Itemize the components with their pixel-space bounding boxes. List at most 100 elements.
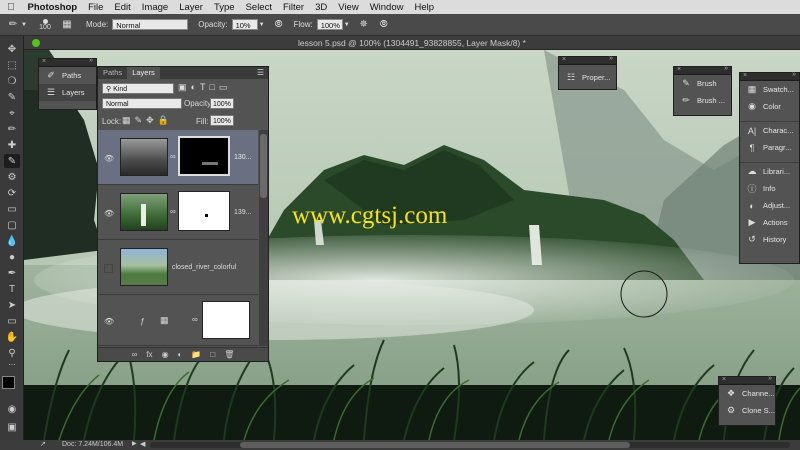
dock-item-channels[interactable]: ❖ Channe... <box>719 385 775 402</box>
gradient-tool-icon[interactable]: ▢ <box>4 218 20 232</box>
path-select-tool-icon[interactable]: ➤ <box>4 298 20 312</box>
pressure-size-icon[interactable]: ⦾ <box>377 18 391 32</box>
add-mask-icon[interactable]: ◉ <box>162 350 169 359</box>
layer-mask-thumbnail[interactable] <box>178 191 230 231</box>
add-style-button[interactable]: fx <box>146 350 152 359</box>
marquee-tool-icon[interactable]: ⬚ <box>4 58 20 72</box>
airbrush-icon[interactable]: ✵ <box>357 18 371 32</box>
lock-all-icon[interactable]: 🔒 <box>158 115 173 125</box>
delete-layer-icon[interactable]: 🗑 <box>224 350 234 359</box>
close-icon[interactable]: × <box>722 376 726 383</box>
new-layer-icon[interactable]: □ <box>210 350 215 359</box>
menu-image[interactable]: Image <box>136 2 173 13</box>
dock-item-character[interactable]: A| Charac... <box>740 122 799 139</box>
layer-row[interactable]: 👁 ƒ ▦ ∞ <box>98 295 258 346</box>
screen-mode-icon[interactable]: ▣ <box>4 420 20 434</box>
dock-item-actions[interactable]: ▶ Actions <box>740 214 799 231</box>
chevron-down-icon[interactable]: ▼ <box>20 18 28 32</box>
horizontal-scrollbar[interactable] <box>150 442 790 448</box>
brush-tool-preset-icon[interactable]: ✏ <box>6 18 20 32</box>
bottom-dock-header[interactable]: ×» <box>719 375 775 385</box>
lock-position-icon[interactable]: ✥ <box>146 115 158 125</box>
more-tools-icon[interactable]: ⋯ <box>4 358 20 372</box>
layers-scrollbar[interactable] <box>259 130 268 346</box>
collapse-icon[interactable]: » <box>792 71 796 78</box>
filter-pixel-icon[interactable]: ▣ <box>178 82 191 92</box>
crop-tool-icon[interactable]: ⌖ <box>4 106 20 120</box>
link-layers-icon[interactable]: ∞ <box>132 350 138 359</box>
link-icon[interactable]: ∞ <box>192 315 198 324</box>
collapse-icon[interactable]: » <box>89 57 93 64</box>
layer-mask-thumbnail[interactable] <box>202 301 250 339</box>
hand-tool-icon[interactable]: ✋ <box>4 330 20 344</box>
share-icon[interactable]: ↗ <box>40 440 46 448</box>
layer-row[interactable]: 👁 ∞ 130... <box>98 130 258 185</box>
collapse-icon[interactable]: » <box>724 65 728 72</box>
brush-panel-toggle-icon[interactable]: ▦ <box>60 18 74 32</box>
left-dock-header[interactable]: ×» <box>39 57 96 67</box>
layer-fill-input[interactable]: 100% <box>210 115 234 126</box>
close-icon[interactable]: × <box>562 56 566 63</box>
close-icon[interactable]: × <box>42 58 46 65</box>
eyedropper-tool-icon[interactable]: ✏ <box>4 122 20 136</box>
menu-select[interactable]: Select <box>240 2 277 13</box>
layers-scrollbar-thumb[interactable] <box>260 134 267 198</box>
close-icon[interactable]: × <box>677 66 681 73</box>
tab-paths[interactable]: Paths <box>98 67 127 79</box>
layer-row[interactable]: closed_river_colorful <box>98 240 258 295</box>
dock-item-layers[interactable]: ☰ Layers <box>39 84 96 101</box>
eye-icon[interactable]: 👁 <box>104 317 114 326</box>
pressure-opacity-icon[interactable]: ⦾ <box>272 18 286 32</box>
menu-view[interactable]: View <box>333 2 364 13</box>
dock-item-brush-presets[interactable]: ✏ Brush ... <box>674 92 731 109</box>
blend-mode-select[interactable]: Normal <box>102 98 182 109</box>
properties-dock-header[interactable]: ×» <box>559 55 616 65</box>
right-dock-header[interactable]: ×» <box>740 71 799 81</box>
link-icon[interactable]: ∞ <box>170 207 176 216</box>
status-menu-icon[interactable]: ▶ <box>132 440 137 447</box>
link-icon[interactable]: ∞ <box>170 152 176 161</box>
apple-icon[interactable]:  <box>0 2 22 13</box>
layer-opacity-input[interactable]: 100% <box>210 98 234 109</box>
menu-edit[interactable]: Edit <box>109 2 136 13</box>
document-size[interactable]: Doc: 7.24M/106.4M <box>62 441 123 448</box>
eraser-tool-icon[interactable]: ▭ <box>4 202 20 216</box>
flow-dropdown-icon[interactable]: ▼ <box>343 18 351 32</box>
menu-type[interactable]: Type <box>208 2 240 13</box>
dock-item-clone-source[interactable]: ⚙ Clone S... <box>719 402 775 419</box>
menu-3d[interactable]: 3D <box>310 2 333 13</box>
dock-item-paragraph[interactable]: ¶ Paragr... <box>740 139 799 156</box>
dock-item-libraries[interactable]: ☁ Librari... <box>740 163 799 180</box>
menu-app-name[interactable]: Photoshop <box>22 2 83 13</box>
brush-size-picker[interactable]: 100 <box>34 18 56 31</box>
clone-stamp-tool-icon[interactable]: ⚙ <box>4 170 20 184</box>
dock-item-adjustments[interactable]: ◐ Adjust... <box>740 197 799 214</box>
menu-file[interactable]: File <box>83 2 109 13</box>
opacity-input[interactable]: 10% <box>231 19 258 30</box>
collapse-icon[interactable]: » <box>768 375 772 382</box>
shape-tool-icon[interactable]: ▭ <box>4 314 20 328</box>
menu-window[interactable]: Window <box>364 2 409 13</box>
flow-input[interactable]: 100% <box>316 19 343 30</box>
collapse-icon[interactable]: » <box>609 55 613 62</box>
new-group-icon[interactable]: 📁 <box>191 350 201 359</box>
close-document-icon[interactable] <box>32 39 40 47</box>
move-tool-icon[interactable]: ✥ <box>4 42 20 56</box>
lock-pixels-icon[interactable]: ✎ <box>135 115 147 125</box>
layer-mask-thumbnail[interactable] <box>178 136 230 176</box>
menu-filter[interactable]: Filter <box>277 2 309 13</box>
layer-filter-select[interactable]: ⚲ Kind <box>102 83 174 94</box>
history-brush-tool-icon[interactable]: ⟳ <box>4 186 20 200</box>
menu-layer[interactable]: Layer <box>174 2 209 13</box>
horizontal-scrollbar-thumb[interactable] <box>240 442 630 448</box>
panel-menu-icon[interactable]: ☰ <box>257 67 268 79</box>
document-tab[interactable]: lesson 5.psd @ 100% (1304491_93828855, L… <box>24 36 800 50</box>
filter-smart-icon[interactable]: ▭ <box>219 82 232 92</box>
dock-item-info[interactable]: ⓘ Info <box>740 180 799 197</box>
pen-tool-icon[interactable]: ✒ <box>4 266 20 280</box>
mode-select[interactable]: Normal <box>112 19 189 30</box>
close-icon[interactable]: × <box>743 72 747 79</box>
dock-item-swatches[interactable]: ▦ Swatch... <box>740 81 799 98</box>
filter-adjustment-icon[interactable]: ◐ <box>191 82 200 92</box>
eye-icon[interactable]: 👁 <box>104 154 114 163</box>
